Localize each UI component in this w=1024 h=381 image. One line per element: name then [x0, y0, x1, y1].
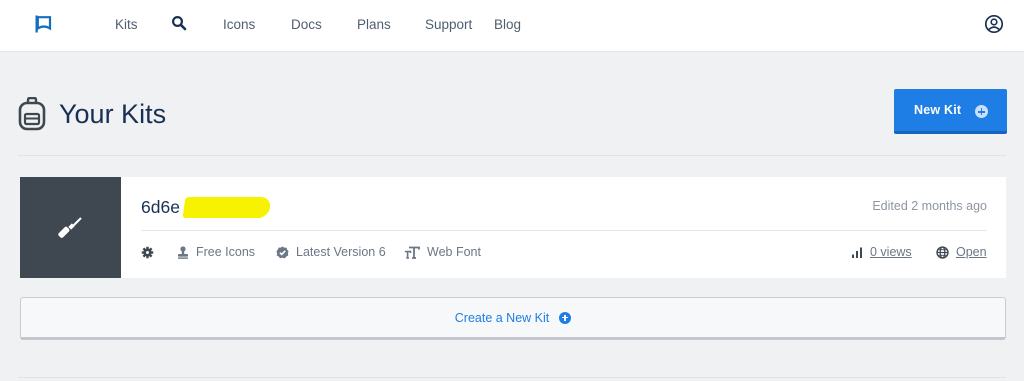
kit-edited-time: Edited 2 months ago [872, 199, 987, 213]
globe-icon [936, 245, 949, 259]
kit-thumbnail[interactable] [20, 177, 121, 278]
nav-plans[interactable]: Plans [357, 16, 391, 34]
kit-technology: Web Font [404, 244, 481, 260]
chart-bars-icon [852, 247, 862, 258]
create-new-kit-label: Create a New Kit [454, 310, 550, 325]
kit-license-label: Free Icons [196, 245, 256, 259]
kit-open[interactable]: Open [936, 244, 987, 260]
screwdriver-icon [58, 217, 82, 238]
page-title: Your Kits [59, 99, 167, 129]
kit-name[interactable]: 6d6e [141, 196, 180, 218]
card-divider [141, 230, 987, 231]
kit-card[interactable]: 6d6e Edited 2 months ago Free Icons Late… [20, 177, 1006, 278]
kit-views-link[interactable]: 0 views [870, 245, 912, 259]
nav-blog[interactable]: Blog [494, 16, 521, 34]
nav-icons[interactable]: Icons [223, 16, 255, 34]
nav-kits[interactable]: Kits [115, 16, 138, 34]
top-nav: Kits Icons Docs Plans Support Blog [0, 0, 1024, 52]
kit-license: Free Icons [177, 244, 255, 260]
stamp-icon [178, 245, 188, 259]
gear-icon[interactable] [141, 246, 154, 259]
user-circle-icon[interactable] [984, 14, 1004, 34]
kit-version: Latest Version 6 [276, 244, 386, 260]
kit-settings[interactable] [141, 244, 161, 260]
badge-check-icon [276, 245, 289, 258]
plus-circle-icon [975, 105, 988, 118]
nav-support[interactable]: Support [425, 16, 472, 34]
bottom-divider [18, 377, 1006, 378]
kit-technology-label: Web Font [427, 245, 481, 259]
kit-version-label: Latest Version 6 [296, 245, 386, 259]
nav-docs[interactable]: Docs [291, 16, 322, 34]
header-divider [18, 155, 1006, 156]
new-kit-label: New Kit [914, 103, 962, 117]
search-icon[interactable] [171, 15, 187, 31]
kit-views[interactable]: 0 views [851, 244, 912, 260]
redaction-mark [182, 197, 272, 218]
plus-circle-icon [559, 311, 572, 324]
flag-icon[interactable] [33, 14, 53, 34]
new-kit-button[interactable]: New Kit [894, 89, 1007, 134]
create-new-kit-button[interactable]: Create a New Kit [20, 297, 1006, 340]
text-size-icon [404, 246, 420, 259]
backpack-icon [18, 97, 46, 131]
kit-open-link[interactable]: Open [956, 245, 987, 259]
